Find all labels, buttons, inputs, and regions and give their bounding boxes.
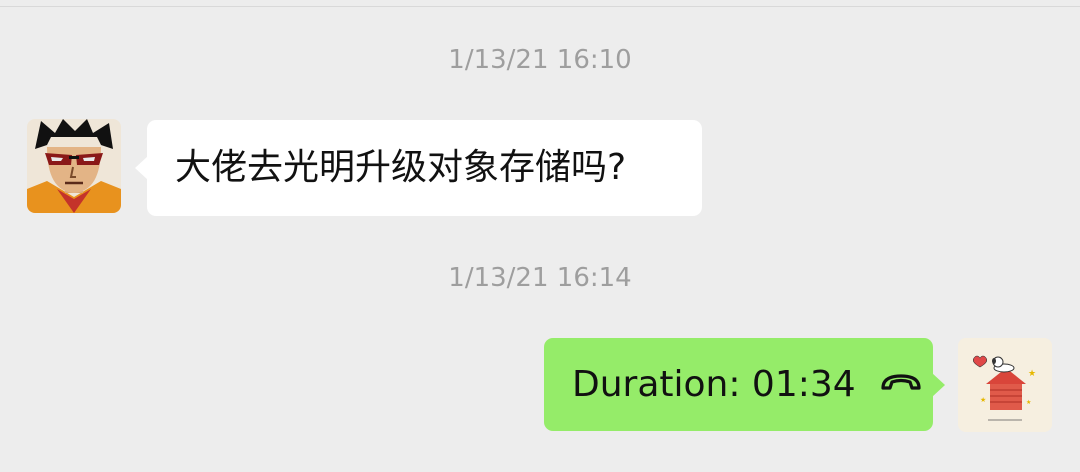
svg-text:★: ★ [1026,399,1031,406]
contact-avatar[interactable] [27,119,121,213]
message-timestamp: 1/13/21 16:10 [448,45,632,75]
svg-text:★: ★ [980,396,986,404]
svg-text:★: ★ [1028,369,1036,379]
message-text: 大佬去光明升级对象存储吗? [175,147,627,188]
call-record-bubble[interactable]: Duration: 01:34 [544,338,945,431]
hang-up-phone-icon [879,363,923,403]
my-avatar[interactable]: ★ ★ ★ [958,338,1052,432]
top-divider [0,0,1080,7]
snoopy-doghouse-avatar: ★ ★ ★ [958,338,1052,432]
message-timestamp: 1/13/21 16:14 [448,263,632,293]
cartoon-man-sunglasses-avatar [27,119,121,213]
call-duration-text: Duration: 01:34 [572,364,856,405]
incoming-message-bubble[interactable]: 大佬去光明升级对象存储吗? [135,120,702,216]
